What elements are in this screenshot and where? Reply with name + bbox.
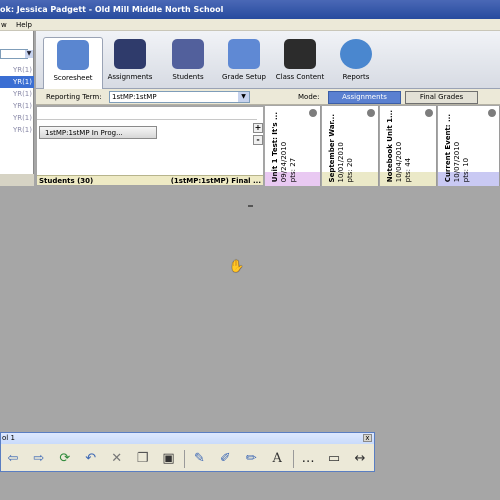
assignment-title: Current Event: ...: [444, 113, 452, 182]
scoresheet-icon: [57, 40, 89, 70]
toolbar-tools: ⇦ ⇨ ⟳ ↶ ✕ ❐ ▣ ✎ ✐ ✏ A … ▭ ↔: [1, 445, 374, 472]
student-panel-footer: Students (30) (1stMP:1stMP) Final ...: [37, 175, 263, 185]
assignment-header-text: September War... 10/01/2010 pts: 20: [328, 114, 355, 182]
cursor-trace: [248, 205, 253, 207]
class-row-selected[interactable]: YR(1): [0, 76, 34, 88]
hand-cursor-icon: ✋: [229, 259, 244, 273]
forward-arrow-icon[interactable]: ⇨: [27, 449, 51, 469]
tab-scoresheet[interactable]: Scoresheet: [43, 37, 103, 89]
back-arrow-icon[interactable]: ⇦: [1, 449, 25, 469]
ribbon: Scoresheet Assignments Students Grade Se…: [36, 31, 500, 89]
floating-toolbar-title[interactable]: ol 1: [1, 433, 374, 444]
column-menu-icon[interactable]: [309, 109, 317, 117]
tab-label: Class Content: [275, 73, 325, 81]
collapse-button[interactable]: -: [253, 135, 263, 145]
copy-icon[interactable]: ❐: [131, 449, 155, 469]
grading-period-button[interactable]: 1stMP:1stMP In Prog...: [39, 126, 157, 139]
assignments-icon: [114, 39, 146, 69]
class-row[interactable]: YR(1): [0, 124, 34, 136]
class-row[interactable]: YR(1): [0, 100, 34, 112]
menu-help[interactable]: Help: [16, 21, 32, 29]
image-icon[interactable]: ▣: [157, 449, 181, 469]
assignment-points: pts: 20: [346, 157, 354, 182]
mode-final-grades-button[interactable]: Final Grades: [405, 91, 478, 104]
assignment-column[interactable]: September War... 10/01/2010 pts: 20: [322, 106, 379, 186]
divider: [37, 119, 257, 120]
tab-label: Assignments: [107, 73, 153, 81]
mode-label: Mode:: [298, 93, 320, 101]
chevron-down-icon[interactable]: ▼: [238, 92, 249, 102]
assignment-header-text: Notebook Unit 1... 10/04/2010 pts: 44: [386, 110, 413, 182]
assignment-date: 09/24/2010: [280, 141, 288, 182]
column-menu-icon[interactable]: [367, 109, 375, 117]
column-menu-icon[interactable]: [488, 109, 496, 117]
assignment-column[interactable]: Notebook Unit 1... 10/04/2010 pts: 44: [380, 106, 437, 186]
tab-label: Scoresheet: [53, 74, 93, 82]
marker-icon[interactable]: ✐: [213, 449, 237, 469]
highlighter-icon[interactable]: ✏: [239, 449, 263, 469]
assignment-title: September War...: [328, 113, 336, 182]
assignment-date: 10/07/2010: [453, 141, 461, 182]
resize-icon[interactable]: ↔: [348, 449, 372, 469]
more-icon[interactable]: …: [296, 449, 320, 469]
class-row[interactable]: YR(1): [0, 64, 34, 76]
left-class-panel: ▼ YR(1) YR(1) YR(1) YR(1) YR(1) YR(1): [0, 31, 34, 186]
assignment-title: Notebook Unit 1...: [386, 109, 394, 182]
reporting-term-value: 1stMP:1stMP: [112, 93, 157, 101]
tab-label: Students: [172, 73, 204, 81]
term-toolbar: Reporting Term: 1stMP:1stMP ▼ Mode: Assi…: [36, 89, 500, 105]
floating-toolbar-window: ol 1 x ⇦ ⇨ ⟳ ↶ ✕ ❐ ▣ ✎ ✐ ✏ A … ▭ ↔: [0, 432, 375, 472]
tab-label: Reports: [342, 73, 370, 81]
assignment-header-text: Unit 1 Test: It's ... 09/24/2010 pts: 27: [271, 112, 298, 182]
mode-assignments-button[interactable]: Assignments: [328, 91, 401, 104]
menu-bar: w Help: [0, 19, 500, 31]
assignment-header-text: Current Event: ... 10/07/2010 pts: 10: [444, 114, 471, 182]
class-row[interactable]: YR(1): [0, 88, 34, 100]
reports-icon: [340, 39, 372, 69]
left-panel-footer: [0, 174, 34, 186]
undo-icon[interactable]: ↶: [79, 449, 103, 469]
tab-reports[interactable]: Reports: [326, 37, 386, 89]
tab-assignments[interactable]: Assignments: [100, 37, 160, 89]
assignment-title: Unit 1 Test: It's ...: [271, 111, 279, 182]
assignment-points: pts: 27: [289, 157, 297, 182]
assignment-column[interactable]: Unit 1 Test: It's ... 09/24/2010 pts: 27: [265, 106, 321, 186]
close-button[interactable]: x: [363, 434, 372, 442]
chevron-down-icon[interactable]: ▼: [25, 50, 33, 58]
divider: [293, 449, 295, 468]
reporting-term-select[interactable]: 1stMP:1stMP ▼: [109, 91, 250, 103]
tab-grade-setup[interactable]: Grade Setup: [214, 37, 274, 89]
floating-toolbar-title-text: ol 1: [2, 434, 15, 442]
final-grade-header[interactable]: (1stMP:1stMP) Final ...: [171, 177, 261, 185]
tab-students[interactable]: Students: [158, 37, 218, 89]
class-content-icon: [284, 39, 316, 69]
student-count: Students (30): [39, 177, 94, 185]
column-menu-icon[interactable]: [425, 109, 433, 117]
tab-class-content[interactable]: Class Content: [270, 37, 330, 89]
refresh-icon[interactable]: ⟳: [53, 449, 77, 469]
expand-button[interactable]: +: [253, 123, 263, 133]
menu-view[interactable]: w: [1, 21, 7, 29]
students-icon: [172, 39, 204, 69]
tab-label: Grade Setup: [222, 73, 266, 81]
reporting-term-label: Reporting Term:: [46, 93, 102, 101]
assignment-date: 10/01/2010: [337, 141, 345, 182]
assignment-points: pts: 44: [404, 157, 412, 182]
assignment-points: pts: 10: [462, 157, 470, 182]
assignment-date: 10/04/2010: [395, 141, 403, 182]
grade-setup-icon: [228, 39, 260, 69]
divider: [184, 449, 186, 468]
window-title: ok: Jessica Padgett - Old Mill Middle No…: [0, 5, 224, 14]
left-panel-select[interactable]: ▼: [0, 49, 33, 59]
assignment-column[interactable]: Current Event: ... 10/07/2010 pts: 10: [438, 106, 500, 186]
class-row[interactable]: YR(1): [0, 112, 34, 124]
window-titlebar: ok: Jessica Padgett - Old Mill Middle No…: [0, 0, 500, 19]
delete-icon[interactable]: ✕: [105, 449, 129, 469]
student-panel: 1stMP:1stMP In Prog... + - Students (30)…: [36, 106, 264, 186]
text-icon[interactable]: A: [265, 449, 289, 469]
pen-icon[interactable]: ✎: [187, 449, 211, 469]
monitor-icon[interactable]: ▭: [322, 449, 346, 469]
